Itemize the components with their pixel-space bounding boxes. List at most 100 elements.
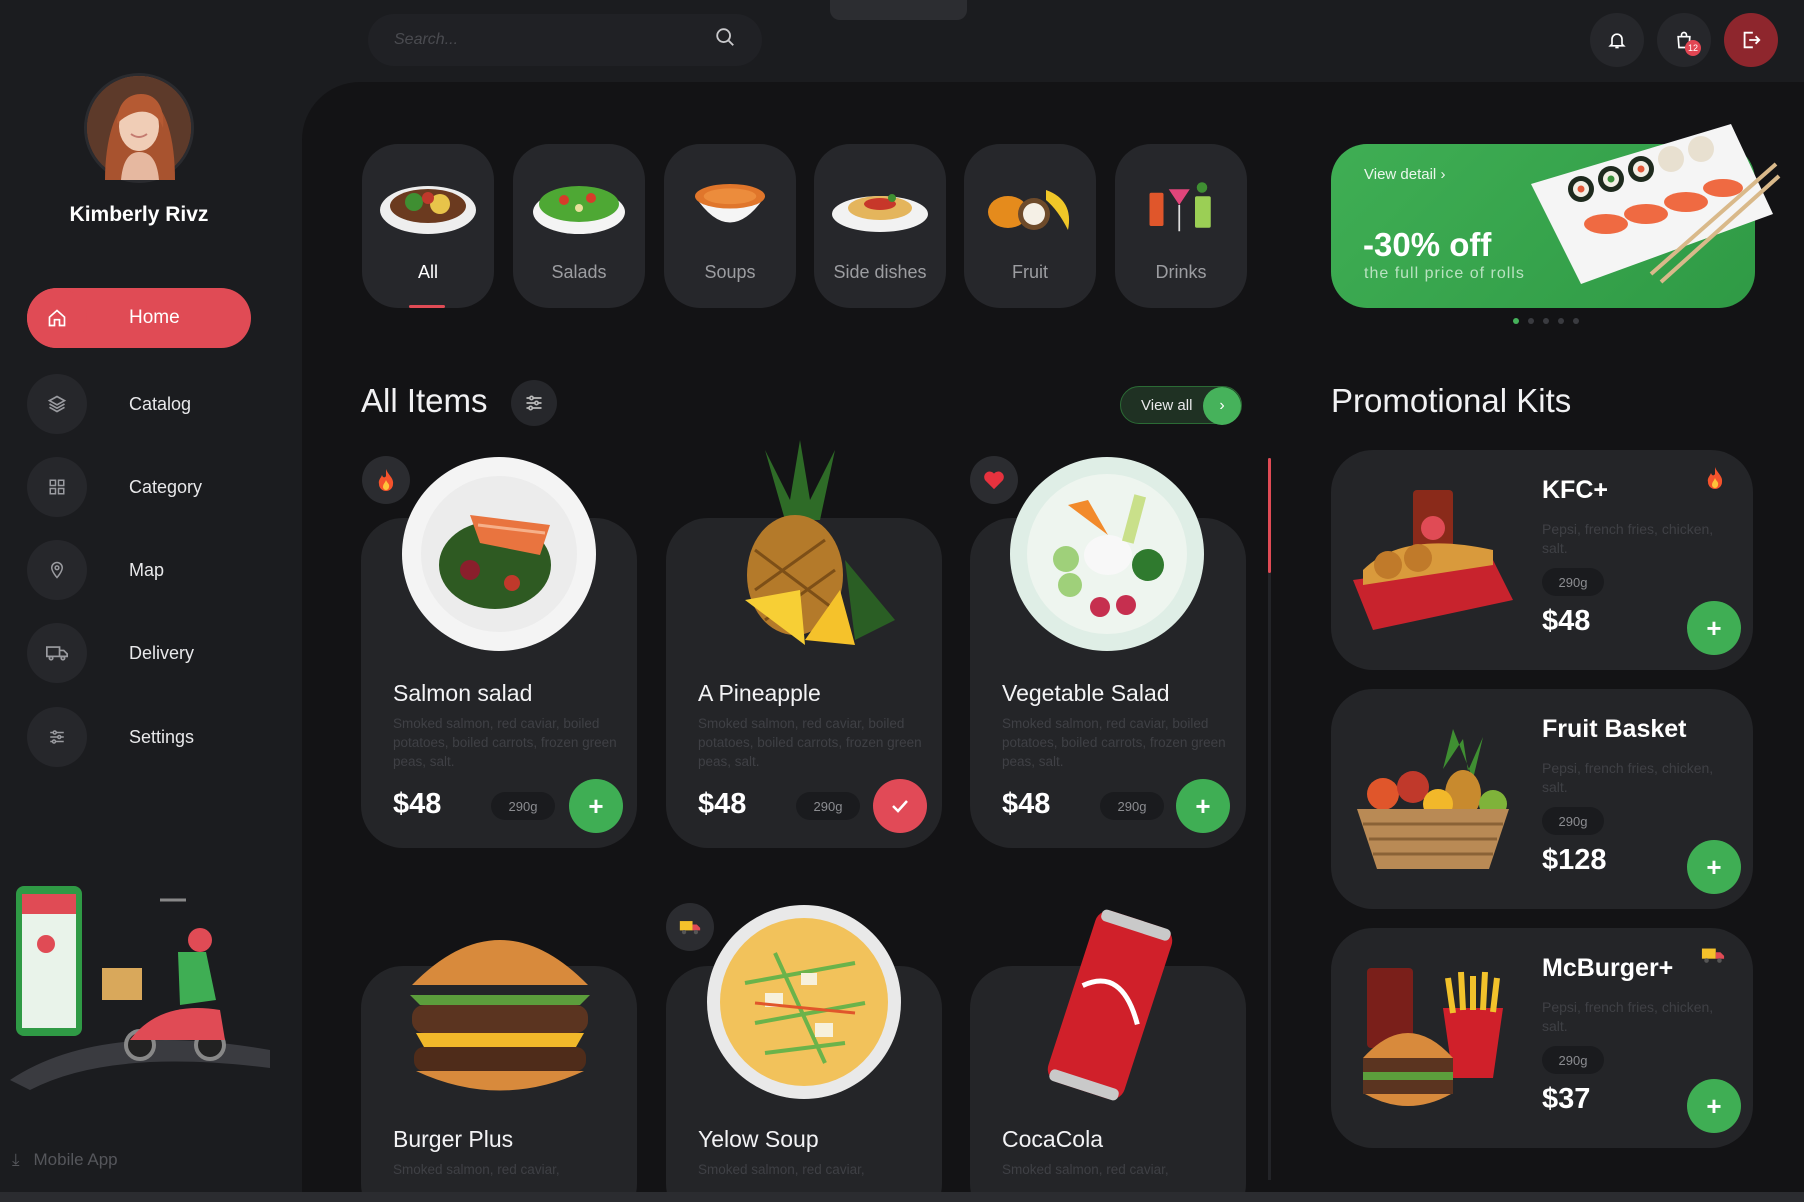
item-name: Yelow Soup: [698, 1126, 819, 1152]
item-weight: 290g: [1100, 792, 1164, 820]
check-icon: [892, 800, 908, 813]
item-name: Vegetable Salad: [1002, 680, 1170, 706]
item-description: Smoked salmon, red caviar, boiled potato…: [698, 716, 922, 769]
kit-price: $37: [1542, 1083, 1591, 1115]
kit-weight: 290g: [1542, 568, 1604, 596]
sidebar-item-label: Category: [129, 476, 203, 497]
layers-icon: [27, 374, 87, 434]
chevron-right-icon: ›: [1203, 387, 1241, 425]
avatar[interactable]: [84, 73, 194, 183]
sliders-icon: [526, 395, 542, 411]
kfc-bucket-image: [1353, 490, 1513, 630]
category-label: Fruit: [1012, 262, 1048, 282]
cart-count-badge: 12: [1685, 40, 1701, 56]
sidebar-item-label: Delivery: [129, 642, 195, 663]
kit-price: $48: [1542, 605, 1591, 637]
scrollbar-thumb[interactable]: [1268, 458, 1271, 573]
banner-pagination[interactable]: [1513, 318, 1579, 324]
chevron-right-icon: ›: [1440, 166, 1446, 183]
pagination-dot[interactable]: [1543, 318, 1549, 324]
add-to-cart-button[interactable]: +: [1687, 601, 1741, 655]
truck-icon: [27, 623, 87, 683]
sidebar-item-delivery[interactable]: Delivery: [27, 623, 194, 683]
item-description: Smoked salmon, red caviar,: [1002, 1162, 1169, 1177]
view-all-button[interactable]: View all ›: [1120, 386, 1242, 425]
add-to-cart-button[interactable]: +: [1687, 1079, 1741, 1133]
search-icon[interactable]: [714, 26, 736, 54]
item-description: Smoked salmon, red caviar, boiled potato…: [393, 716, 617, 769]
home-icon: [27, 288, 87, 348]
user-name: Kimberly Rivz: [69, 203, 209, 226]
download-icon: ⤓: [12, 1150, 20, 1169]
filter-button[interactable]: [511, 380, 557, 426]
add-to-cart-button[interactable]: +: [569, 779, 623, 833]
kit-card-fruit-basket[interactable]: Fruit Basket Pepsi, french fries, chicke…: [1331, 689, 1753, 909]
item-name: Salmon salad: [393, 680, 533, 706]
sidebar-item-settings[interactable]: Settings: [27, 707, 194, 767]
fire-icon: [1705, 466, 1725, 496]
pagination-dot[interactable]: [1558, 318, 1564, 324]
category-salads[interactable]: Salads: [513, 144, 645, 308]
sidebar-item-map[interactable]: Map: [27, 540, 164, 600]
add-to-cart-button[interactable]: +: [1176, 779, 1230, 833]
add-to-cart-button[interactable]: +: [1687, 840, 1741, 894]
kit-description: Pepsi, french fries, chicken, salt.: [1542, 521, 1714, 556]
category-drinks[interactable]: Drinks: [1115, 144, 1247, 308]
kit-weight: 290g: [1542, 807, 1604, 835]
item-weight: 290g: [796, 792, 860, 820]
category-soups[interactable]: Soups: [664, 144, 796, 308]
mixed-plate-image: [380, 186, 476, 234]
item-price: $48: [393, 788, 442, 820]
avatar-photo: [87, 76, 191, 180]
bottom-bezel: [0, 1192, 1804, 1202]
promo-kits-title: Promotional Kits: [1331, 382, 1572, 419]
pasta-plate-image: [832, 194, 928, 232]
pagination-dot[interactable]: [1573, 318, 1579, 324]
mobile-app-label: Mobile App: [33, 1150, 118, 1169]
camera-notch: [830, 0, 967, 20]
kit-name: McBurger+: [1542, 954, 1674, 982]
search-input[interactable]: [394, 31, 714, 49]
kit-card-kfc[interactable]: KFC+ Pepsi, french fries, chicken, salt.…: [1331, 450, 1753, 670]
category-fruit[interactable]: Fruit: [964, 144, 1096, 308]
added-to-cart-button[interactable]: [873, 779, 927, 833]
cola-can-image: [1047, 909, 1173, 1101]
item-price: $48: [698, 788, 747, 820]
pagination-dot[interactable]: [1513, 318, 1519, 324]
sidebar: Kimberly Rivz Home Catalog Category Map …: [0, 0, 300, 1202]
yelow-soup-image: [707, 905, 901, 1099]
soup-bowl-image: [695, 184, 765, 223]
plus-icon: +: [1195, 790, 1211, 821]
heart-icon[interactable]: [970, 456, 1018, 504]
item-weight: 290g: [491, 792, 555, 820]
notifications-button[interactable]: [1590, 13, 1644, 67]
kit-description: Pepsi, french fries, chicken, salt.: [1542, 760, 1714, 795]
category-side-dishes[interactable]: Side dishes: [814, 144, 946, 308]
grid-icon: [27, 457, 87, 517]
logout-button[interactable]: [1724, 13, 1778, 67]
cart-button[interactable]: 12: [1657, 13, 1711, 67]
category-all[interactable]: All: [362, 144, 494, 308]
kit-name: Fruit Basket: [1542, 715, 1687, 743]
mobile-app-link[interactable]: ⤓ Mobile App: [12, 1150, 118, 1170]
pagination-dot[interactable]: [1528, 318, 1534, 324]
sidebar-item-home[interactable]: Home: [27, 288, 251, 348]
cocktails-image: [1149, 182, 1211, 232]
kit-price: $128: [1542, 844, 1607, 876]
item-name: CocaCola: [1002, 1126, 1103, 1152]
sidebar-item-catalog[interactable]: Catalog: [27, 374, 191, 434]
bell-icon: [1608, 33, 1626, 49]
sushi-platter-image: [1531, 124, 1781, 284]
plus-icon: +: [1706, 851, 1722, 882]
delivery-illustration: [10, 886, 270, 1090]
category-label: Soups: [704, 262, 756, 282]
sidebar-item-category[interactable]: Category: [27, 457, 202, 517]
view-detail-link[interactable]: View detail ›: [1364, 166, 1445, 183]
item-name: Burger Plus: [393, 1126, 514, 1152]
category-label: Side dishes: [833, 262, 927, 282]
mcburger-meal-image: [1363, 968, 1503, 1106]
sidebar-item-label: Catalog: [129, 393, 192, 414]
truck-icon: [1701, 944, 1725, 970]
kit-card-mcburger[interactable]: McBurger+ Pepsi, french fries, chicken, …: [1331, 928, 1753, 1148]
promo-banner[interactable]: View detail › -30% off the full price of…: [1331, 124, 1781, 308]
